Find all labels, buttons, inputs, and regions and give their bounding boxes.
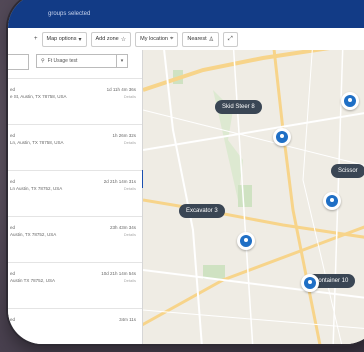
pin-label-skid-steer[interactable]: Skid Steer 8 — [215, 100, 262, 114]
add-zone-label: Add zone — [95, 36, 119, 42]
list-item-details-link[interactable]: Details — [124, 140, 136, 145]
nearest-label: Nearest — [187, 36, 207, 42]
list-item[interactable]: ed 34m 11s — [8, 308, 142, 344]
crosshair-icon: ⌖ — [169, 35, 174, 42]
list-item-duration: 34m 11s — [119, 317, 136, 322]
app-window: groups selected + Map options ▾ Add zone… — [8, 0, 364, 344]
map-options-label: Map options — [46, 36, 77, 42]
list-item-address: Austin, TX 78752, USA — [10, 232, 57, 237]
list-item-address: Ln Austin, TX 78752, USA — [10, 186, 63, 191]
add-zone-button[interactable]: Add zone ☆ — [90, 31, 132, 47]
location-pin-icon[interactable] — [341, 92, 359, 110]
filter-select-value: Ft Usage test — [47, 58, 78, 64]
list-item-label: ed — [10, 271, 16, 276]
list-item-duration: 23h 43m 34s — [109, 225, 136, 230]
asset-list-panel: ⚲ Ft Usage test ▾ ed 1d 11h 4m 36s e St,… — [8, 50, 143, 344]
person-icon: ♙ — [208, 36, 215, 43]
zone-icon: ☆ — [120, 36, 127, 43]
filter-bar: ⚲ Ft Usage test ▾ — [8, 52, 142, 70]
filter-icon: ⚲ — [41, 58, 45, 64]
location-pin-icon[interactable] — [323, 192, 341, 210]
nearest-button[interactable]: Nearest ♙ — [182, 31, 220, 47]
plus-button[interactable]: + — [34, 33, 38, 45]
list-item-label: ed — [10, 133, 16, 138]
filter-select[interactable]: ⚲ Ft Usage test ▾ — [36, 54, 128, 68]
map-options-button[interactable]: Map options ▾ — [41, 31, 87, 47]
list-item-duration: 2d 21h 14m 31s — [103, 179, 136, 184]
list-item-address: Austin TX 78752, USA — [10, 278, 55, 283]
list-item[interactable]: ed 2d 21h 14m 31s Ln Austin, TX 78752, U… — [8, 170, 142, 217]
my-location-label: My location — [140, 36, 168, 42]
list-item-details-link[interactable]: Details — [124, 94, 136, 99]
location-pin-icon[interactable] — [273, 128, 291, 146]
pin-label-excavator[interactable]: Excavator 3 — [179, 204, 225, 218]
list-item-details-link[interactable]: Details — [124, 278, 136, 283]
list-item-details-link[interactable]: Details — [124, 186, 136, 191]
fullscreen-button[interactable]: ⤢ — [223, 31, 238, 47]
list-item-duration: 10d 21h 14m 54s — [101, 271, 136, 276]
location-pin-icon[interactable] — [301, 274, 319, 292]
chevron-down-icon: ▾ — [78, 36, 82, 43]
list-item-duration: 1h 26m 32s — [112, 133, 136, 138]
list-item[interactable]: ed 23h 43m 34s Austin, TX 78752, USA Det… — [8, 216, 142, 263]
list-item-duration: 1d 11h 4m 36s — [106, 87, 136, 92]
map-toolbar: + Map options ▾ Add zone ☆ My location ⌖… — [8, 28, 364, 51]
list-item-label: ed — [10, 317, 16, 322]
filter-toggle[interactable] — [8, 54, 29, 70]
expand-icon: ⤢ — [228, 35, 233, 42]
chevron-down-icon: ▾ — [116, 55, 127, 67]
list-item[interactable]: ed 1d 11h 4m 36s e St, Austin, TX 78758,… — [8, 78, 142, 125]
location-pin-icon[interactable] — [237, 232, 255, 250]
list-item[interactable]: ed 10d 21h 14m 54s Austin TX 78752, USA … — [8, 262, 142, 309]
my-location-button[interactable]: My location ⌖ — [135, 31, 179, 47]
list-item-details-link[interactable]: Details — [124, 232, 136, 237]
plus-icon: + — [34, 36, 38, 42]
list-item-label: ed — [10, 87, 16, 92]
list-item-label: ed — [10, 179, 16, 184]
list-item-label: ed — [10, 225, 16, 230]
list-item-address: e St, Austin, TX 78758, USA — [10, 94, 67, 99]
pin-label-scissor[interactable]: Scissor — [331, 164, 364, 178]
top-header: groups selected — [8, 0, 364, 28]
map-view[interactable]: Skid Steer 8 Excavator 3 Scissor Contain… — [143, 50, 364, 344]
selection-status: groups selected — [48, 11, 91, 17]
list-item-address: Ln, Austin, TX 78758, USA — [10, 140, 64, 145]
list-item[interactable]: ed 1h 26m 32s Ln, Austin, TX 78758, USA … — [8, 124, 142, 171]
